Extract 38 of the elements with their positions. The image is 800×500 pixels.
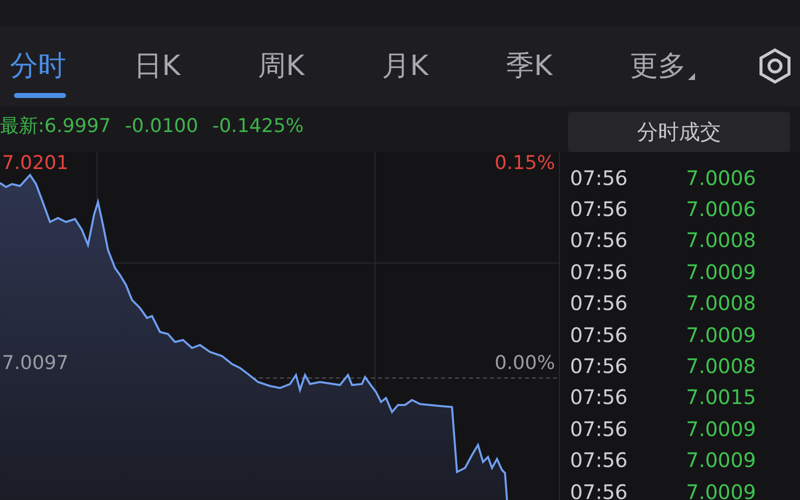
trade-price: 7.0015 (686, 385, 756, 410)
percent-label: 0.15% (494, 152, 555, 174)
tab[interactable]: 日K (132, 36, 256, 96)
price-label: 7.0201 (2, 152, 68, 174)
trade-price: 7.0009 (686, 260, 756, 284)
tab[interactable]: 月K (380, 36, 504, 96)
trade-price: 7.0006 (686, 197, 756, 222)
price-change: -0.0100 (124, 115, 198, 137)
tab[interactable]: 分时 (8, 36, 132, 96)
tab[interactable]: 季K (504, 36, 628, 96)
tab[interactable]: 周K (256, 36, 380, 96)
trade-time: 07:56 (570, 448, 629, 472)
trade-time: 07:56 (570, 228, 629, 252)
trade-time: 07:56 (570, 260, 629, 284)
trade-time: 07:56 (570, 480, 629, 500)
trade-time: 07:56 (570, 166, 629, 190)
settings-icon[interactable] (758, 48, 792, 84)
price-label: 7.0097 (2, 352, 68, 374)
trade-time: 07:56 (570, 385, 629, 410)
trade-price: 7.0009 (686, 416, 756, 441)
latest-price: 最新:6.9997 (0, 114, 111, 139)
trade-price: 7.0008 (686, 291, 756, 316)
trade-time: 07:56 (570, 197, 629, 222)
trades-header: 分时成交 (568, 112, 790, 152)
trade-price: 7.0008 (686, 354, 756, 378)
trade-time: 07:56 (570, 322, 629, 347)
trade-price: 7.0006 (686, 166, 756, 190)
trade-price: 7.0009 (686, 480, 756, 500)
trade-price: 7.0009 (686, 322, 756, 347)
trade-price: 7.0009 (686, 448, 756, 472)
trade-time: 07:56 (570, 354, 629, 378)
percent-change: -0.1425% (212, 115, 304, 137)
trade-time: 07:56 (570, 416, 629, 441)
percent-label: 0.00% (494, 352, 555, 374)
caret-icon (688, 72, 695, 80)
trade-price: 7.0008 (686, 228, 756, 252)
trade-time: 07:56 (570, 291, 629, 316)
tab[interactable]: 更多 (628, 36, 752, 96)
